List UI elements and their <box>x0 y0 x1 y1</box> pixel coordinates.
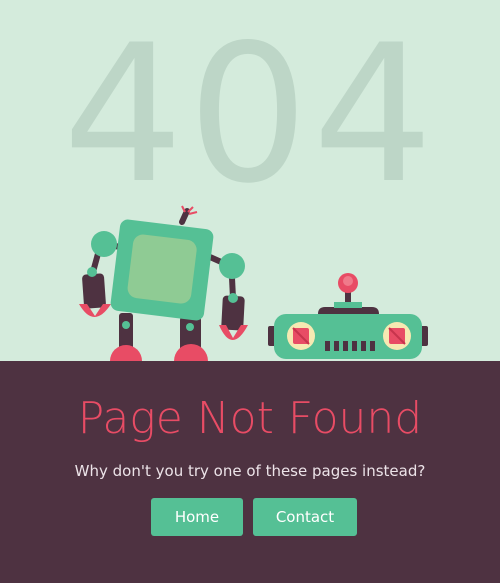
page-title: Page Not Found <box>77 393 423 444</box>
contact-button[interactable]: Contact <box>253 498 357 536</box>
error-page: 404 Page Not Found Why don't you try one… <box>0 0 500 583</box>
sky-background: 404 <box>0 0 500 361</box>
home-button[interactable]: Home <box>151 498 243 536</box>
page-subtitle: Why don't you try one of these pages ins… <box>74 462 426 480</box>
robot-illustration <box>79 205 428 361</box>
standing-robot-icon <box>79 205 248 361</box>
fallen-robot-icon <box>268 273 428 359</box>
